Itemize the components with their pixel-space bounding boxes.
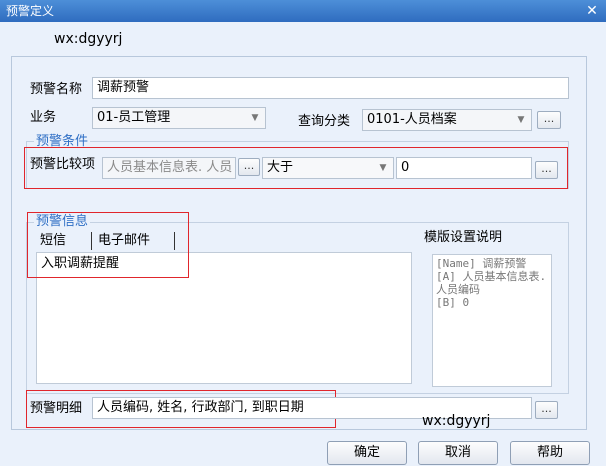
help-button[interactable]: 帮助 bbox=[510, 441, 590, 465]
query-browse-button[interactable]: ... bbox=[537, 111, 561, 129]
detail-label: 预警明细 bbox=[30, 401, 83, 416]
chevron-down-icon: ▼ bbox=[379, 163, 387, 173]
compare-item-label: 预警比较项 bbox=[30, 157, 96, 172]
threshold-browse-button[interactable]: ... bbox=[535, 161, 558, 179]
window-title: 预警定义 bbox=[6, 4, 55, 18]
operator-select[interactable]: 大于 ▼ bbox=[262, 157, 394, 179]
query-category-select[interactable]: 0101-人员档案 ▼ bbox=[362, 109, 532, 131]
compare-item-browse-button[interactable]: ... bbox=[238, 158, 260, 176]
business-select-value: 01-员工管理 bbox=[97, 110, 171, 125]
detail-browse-button[interactable]: ... bbox=[535, 401, 558, 419]
watermark-bottom: wx:dgyyrj bbox=[422, 413, 491, 429]
business-label: 业务 bbox=[30, 110, 57, 125]
chevron-down-icon: ▼ bbox=[517, 115, 525, 125]
compare-item-input[interactable]: 人员基本信息表. 人员 bbox=[102, 157, 236, 179]
query-category-label: 查询分类 bbox=[298, 114, 351, 129]
ok-button[interactable]: 确定 bbox=[327, 441, 407, 465]
business-select[interactable]: 01-员工管理 ▼ bbox=[92, 107, 266, 129]
title-bar: 预警定义 bbox=[0, 0, 606, 22]
watermark-top: wx:dgyyrj bbox=[54, 31, 123, 47]
alert-name-label: 预警名称 bbox=[30, 82, 83, 97]
query-category-value: 0101-人员档案 bbox=[367, 112, 457, 127]
template-help-title: 模版设置说明 bbox=[424, 230, 503, 245]
close-icon[interactable]: ✕ bbox=[584, 3, 600, 19]
highlight-info bbox=[27, 212, 189, 278]
threshold-input[interactable]: 0 bbox=[396, 157, 532, 179]
cancel-button[interactable]: 取消 bbox=[418, 441, 498, 465]
operator-select-value: 大于 bbox=[267, 160, 294, 175]
chevron-down-icon: ▼ bbox=[251, 113, 259, 123]
alert-name-input[interactable]: 调薪预警 bbox=[92, 77, 569, 99]
template-preview: [Name] 调薪预警 [A] 人员基本信息表. 人员编码 [B] 0 bbox=[432, 254, 552, 387]
